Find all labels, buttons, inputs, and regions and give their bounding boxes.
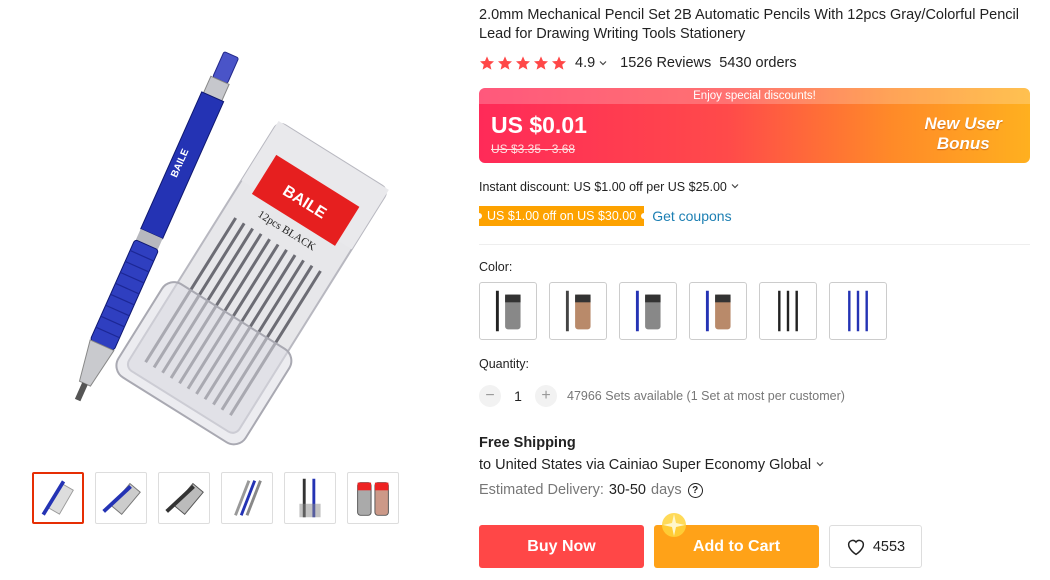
color-option-2[interactable] [549,282,607,340]
estimated-delivery-label: Estimated Delivery: [479,482,604,498]
shipping-title: Free Shipping [479,435,576,451]
color-option-4[interactable] [689,282,747,340]
stock-available: 47966 Sets available (1 Set at most per … [567,389,845,403]
reviews-count[interactable]: 1526 Reviews [620,55,711,71]
star-icon [534,56,548,70]
thumbnail-3[interactable] [158,472,210,524]
heart-icon [847,539,864,555]
thumbnail-strip [32,472,399,524]
new-user-bonus-badge: New User Bonus [925,114,1002,154]
price-banner: Enjoy special discounts! US $0.01 US $3.… [479,88,1030,163]
chevron-down-icon[interactable] [598,58,608,68]
shipping-method-text: to United States via Cainiao Super Econo… [479,457,812,473]
thumbnail-2[interactable] [95,472,147,524]
bonus-line-2: Bonus [936,134,990,153]
instant-discount-text: Instant discount: US $1.00 off per US $2… [479,180,727,194]
main-product-image[interactable]: BAILE 12pcs BLACK BAILE [10,10,450,450]
estimated-delivery: Estimated Delivery: 30-50 days ? [479,482,703,498]
star-icon [498,56,512,70]
shipping-method[interactable]: to United States via Cainiao Super Econo… [479,457,825,473]
rating-value[interactable]: 4.9 [575,55,595,71]
thumbnail-1[interactable] [32,472,84,524]
coupon-badge[interactable]: US $1.00 off on US $30.00 [475,206,648,226]
sparkle-icon [662,513,686,537]
thumbnail-6[interactable] [347,472,399,524]
star-icon [552,56,566,70]
estimated-delivery-unit: days [651,482,682,498]
quantity-stepper: − 1 + 47966 Sets available (1 Set at mos… [479,385,845,407]
coupon-row: US $1.00 off on US $30.00 Get coupons [475,206,732,226]
wishlist-button[interactable]: 4553 [829,525,922,568]
color-options [479,282,887,340]
current-price: US $0.01 [491,112,587,138]
thumbnail-5[interactable] [284,472,336,524]
color-label: Color: [479,260,513,274]
product-title: 2.0mm Mechanical Pencil Set 2B Automatic… [479,7,1019,42]
quantity-plus-button[interactable]: + [535,385,557,407]
original-price: US $3.35 - 3.68 [491,142,576,156]
quantity-input[interactable]: 1 [501,388,535,404]
thumbnail-4[interactable] [221,472,273,524]
divider [479,244,1030,245]
star-icon [516,56,530,70]
instant-discount[interactable]: Instant discount: US $1.00 off per US $2… [479,180,740,194]
bonus-line-1: New User [924,114,1002,133]
star-rating [479,55,567,71]
chevron-down-icon [816,462,824,467]
color-option-3[interactable] [619,282,677,340]
rating-row: 4.9 1526 Reviews 5430 orders [479,55,797,71]
chevron-down-icon [731,184,739,189]
quantity-label: Quantity: [479,357,530,371]
lead-case-image: BAILE 12pcs BLACK [115,120,389,446]
banner-top-text: Enjoy special discounts! [479,88,1030,104]
orders-count: 5430 orders [719,55,797,71]
color-option-6[interactable] [829,282,887,340]
estimated-delivery-value: 30-50 [608,482,646,498]
get-coupons-link[interactable]: Get coupons [652,208,731,224]
quantity-minus-button[interactable]: − [479,385,501,407]
color-option-1[interactable] [479,282,537,340]
color-option-5[interactable] [759,282,817,340]
buy-now-button[interactable]: Buy Now [479,525,644,568]
wishlist-count: 4553 [872,538,906,555]
star-icon [480,56,494,70]
help-icon[interactable]: ? [687,482,703,498]
